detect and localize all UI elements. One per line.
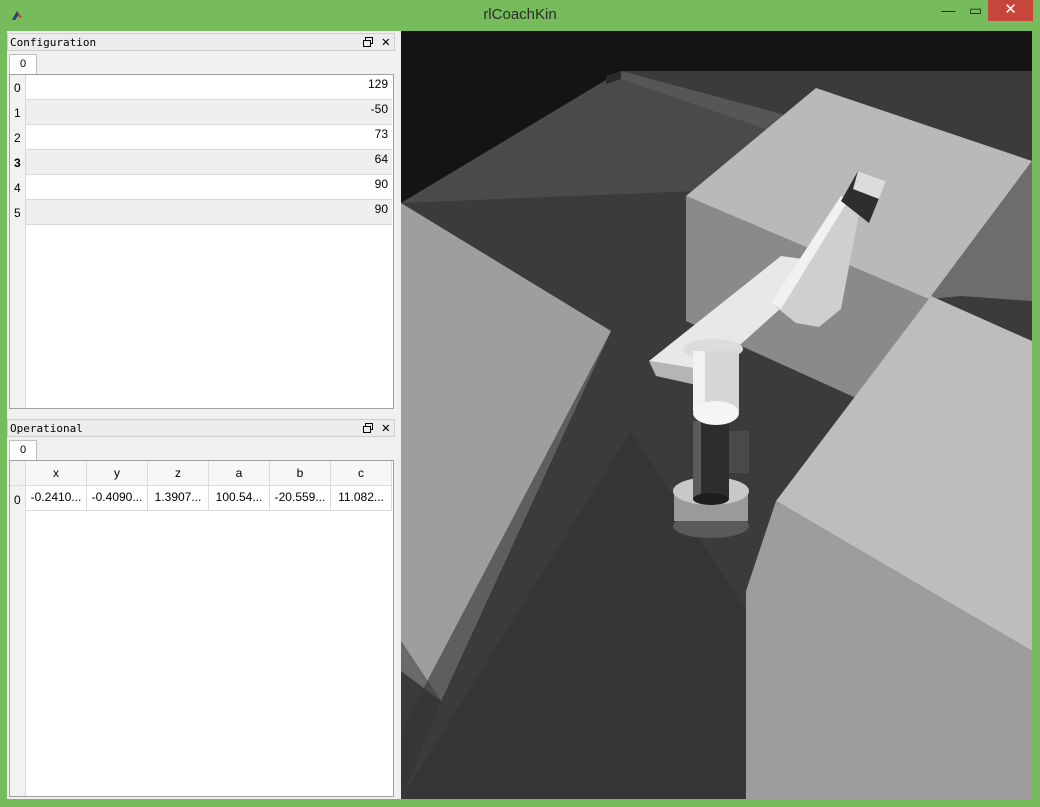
float-icon[interactable] [362,422,374,434]
column-header-c[interactable]: c [331,461,392,486]
row-header[interactable]: 2 [10,131,26,145]
configuration-dock-title-bar[interactable]: Configuration ✕ [7,33,395,51]
operational-row-header: 0 [10,461,26,796]
float-icon[interactable] [362,36,374,48]
title-bar[interactable]: rlCoachKin — ▭ ✕ [0,0,1040,30]
joint-value[interactable]: 64 [375,152,388,166]
table-cell[interactable]: 100.54... [209,486,270,511]
row-header[interactable]: 3 [10,156,26,170]
joint-value[interactable]: 90 [375,177,388,191]
column-header-y[interactable]: y [87,461,148,486]
table-row[interactable]: -50 [26,100,392,125]
close-button[interactable]: ✕ [988,0,1033,21]
row-header[interactable]: 0 [10,81,26,95]
table-corner[interactable] [10,461,26,486]
operational-table[interactable]: 0 x y z a b c -0.2410... -0.4090... 1.39… [9,460,394,797]
column-header-x[interactable]: x [26,461,87,486]
table-row[interactable]: 64 [26,150,392,175]
close-icon[interactable]: ✕ [382,420,390,437]
table-cell[interactable]: 11.082... [331,486,392,511]
table-cell[interactable]: -0.2410... [26,486,87,511]
configuration-table[interactable]: 0 1 2 3 4 5 129 -50 73 64 90 90 [9,74,394,409]
operational-tab-0[interactable]: 0 [9,440,37,460]
table-cell[interactable]: -20.559... [270,486,331,511]
configuration-dock: Configuration ✕ 0 0 1 2 3 4 5 129 -50 73… [7,33,397,409]
configuration-tab-0[interactable]: 0 [9,54,37,74]
minimize-button[interactable]: — [935,0,962,21]
column-header-z[interactable]: z [148,461,209,486]
operational-dock-title-bar[interactable]: Operational ✕ [7,419,395,437]
maximize-button[interactable]: ▭ [962,0,989,21]
joint-value[interactable]: 129 [368,77,388,91]
operational-dock: Operational ✕ 0 0 x y z a b c -0.2410...… [7,419,397,797]
joint-value[interactable]: 73 [375,127,388,141]
column-header-a[interactable]: a [209,461,270,486]
joint-value[interactable]: 90 [375,202,388,216]
joint-value[interactable]: -50 [371,102,388,116]
app-window: rlCoachKin — ▭ ✕ Configuration ✕ 0 0 1 2… [0,0,1040,807]
row-header[interactable]: 4 [10,181,26,195]
column-header-b[interactable]: b [270,461,331,486]
configuration-row-header: 0 1 2 3 4 5 [10,75,26,408]
table-row[interactable]: 90 [26,200,392,225]
row-header[interactable]: 5 [10,206,26,220]
table-row[interactable]: 73 [26,125,392,150]
table-row[interactable]: 129 [26,75,392,100]
table-cell[interactable]: 1.3907... [148,486,209,511]
robot-scene [401,31,1032,799]
row-header[interactable]: 1 [10,106,26,120]
table-cell[interactable]: -0.4090... [87,486,148,511]
row-header[interactable]: 0 [10,493,26,507]
configuration-dock-title: Configuration [10,36,97,49]
operational-dock-title: Operational [10,422,83,435]
window-title: rlCoachKin [483,6,557,23]
close-icon[interactable]: ✕ [382,34,390,51]
3d-viewport[interactable] [401,31,1032,799]
client-area: Configuration ✕ 0 0 1 2 3 4 5 129 -50 73… [7,31,1032,799]
table-row[interactable]: 90 [26,175,392,200]
